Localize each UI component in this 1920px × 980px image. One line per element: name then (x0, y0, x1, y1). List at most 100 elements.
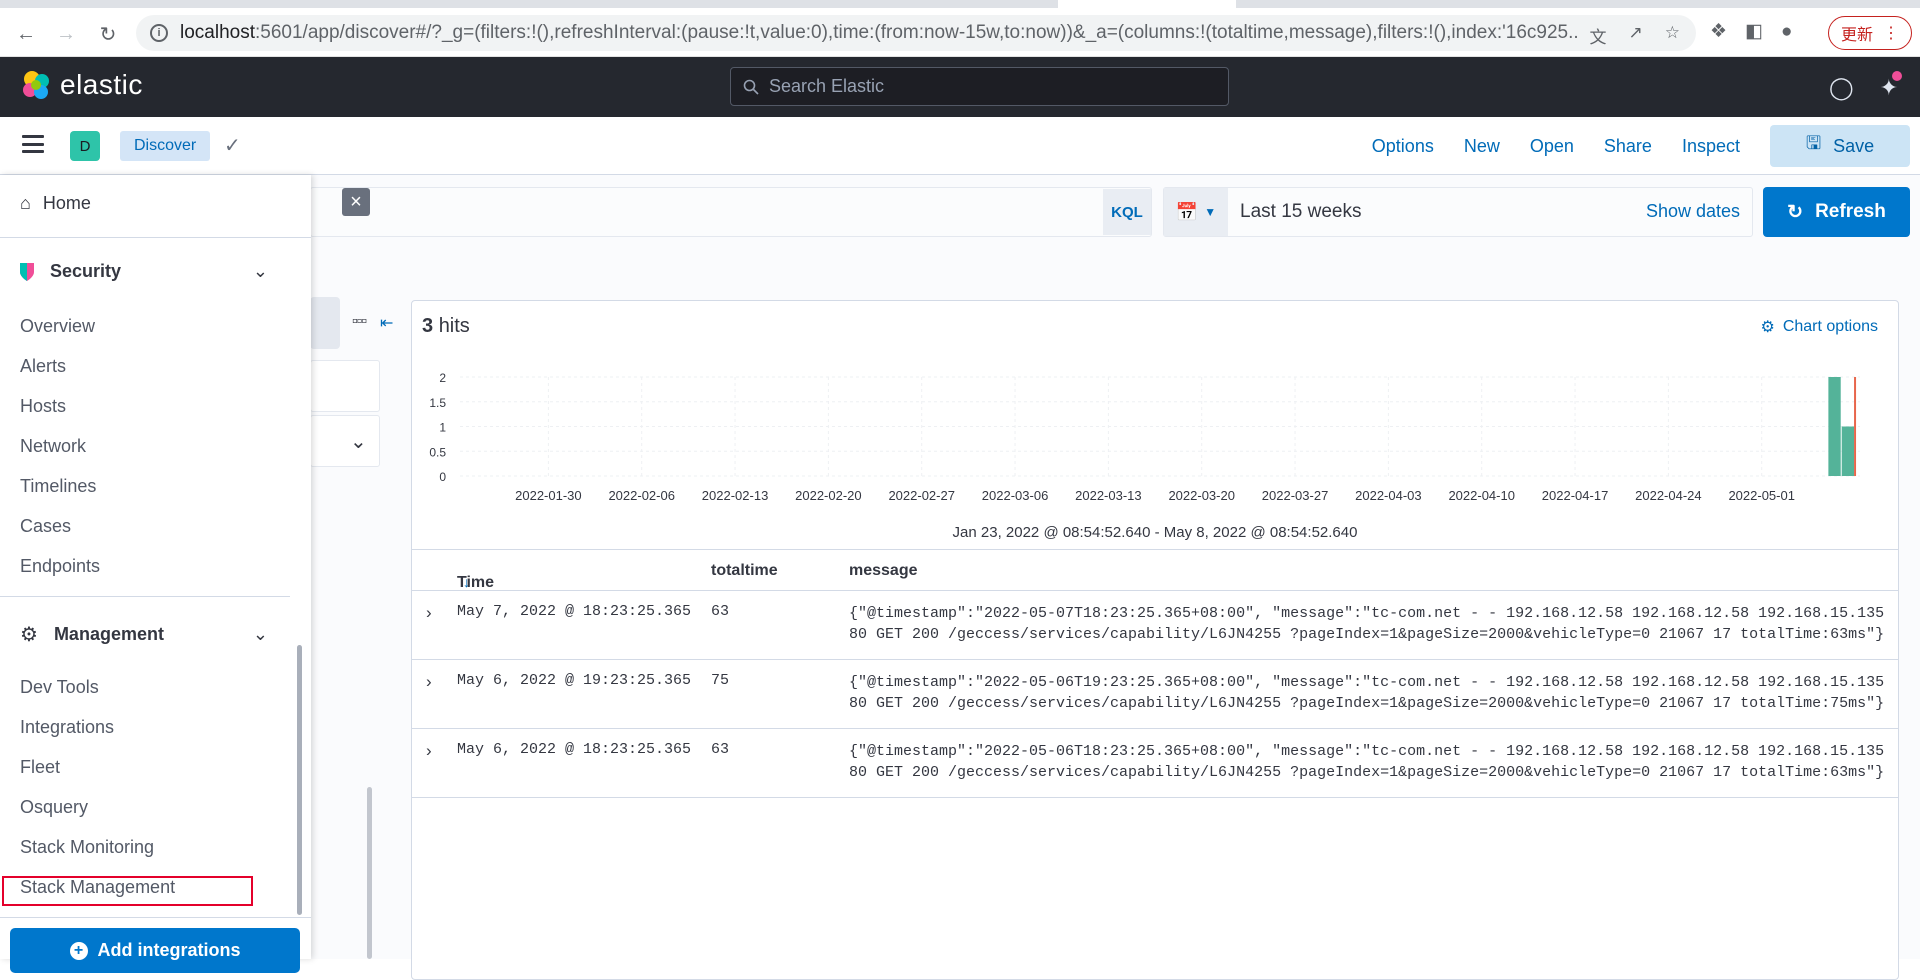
share-link[interactable]: Share (1604, 136, 1652, 157)
sort-down-icon[interactable]: ↓ (463, 574, 470, 590)
address-bar[interactable]: i localhost:5601/app/discover#/?_g=(filt… (136, 15, 1696, 51)
x-tick-label: 2022-03-27 (1262, 488, 1329, 503)
nav-item-endpoints[interactable]: Endpoints (20, 556, 100, 577)
search-icon (743, 79, 759, 95)
extensions-puzzle-icon[interactable]: ❖ (1710, 20, 1727, 43)
chevron-down-icon[interactable]: ⌄ (350, 429, 367, 454)
options-link[interactable]: Options (1372, 136, 1434, 157)
browser-update-button[interactable]: 更新 ⋮ (1828, 16, 1912, 50)
nav-item-dev-tools[interactable]: Dev Tools (20, 677, 99, 698)
new-link[interactable]: New (1464, 136, 1500, 157)
hits-histogram[interactable]: 0 0.5 1 1.5 2 2022-01-30 2022-02-06 2022-02-13 2… (412, 361, 1899, 521)
translate-icon[interactable]: 文 (1590, 23, 1607, 48)
check-icon: ✓ (224, 135, 241, 157)
x-tick-label: 2022-02-20 (795, 488, 862, 503)
calendar-icon[interactable]: 📅 ▼ (1164, 188, 1228, 236)
back-icon[interactable]: ← (12, 20, 40, 48)
nav-scrollbar[interactable] (297, 645, 302, 915)
expand-row-icon[interactable]: › (426, 672, 432, 692)
nav-item-osquery[interactable]: Osquery (20, 797, 88, 818)
table-header: Time ↓ totaltime message (412, 549, 1898, 591)
save-button[interactable]: 🖫 Save (1770, 125, 1910, 167)
nav-item-integrations[interactable]: Integrations (20, 717, 114, 738)
close-icon[interactable]: × (342, 188, 370, 216)
x-tick-label: 2022-02-27 (888, 488, 955, 503)
share-page-icon[interactable]: ↗ (1629, 23, 1643, 48)
x-tick-label: 2022-04-10 (1448, 488, 1515, 503)
gear-icon: ⚙ (1760, 319, 1775, 336)
field-filter-select[interactable] (310, 415, 380, 467)
refresh-icon: ↻ (1787, 201, 1804, 223)
hits-count: 3 hits (422, 315, 470, 337)
x-tick-label: 2022-02-06 (608, 488, 675, 503)
collapse-sidebar-icon[interactable]: ⇤ (380, 313, 393, 333)
nav-item-timelines[interactable]: Timelines (20, 476, 96, 497)
expand-row-icon[interactable]: › (426, 603, 432, 623)
elastic-logo[interactable]: elastic (20, 69, 143, 101)
refresh-button[interactable]: ↻ Refresh (1763, 187, 1910, 237)
chevron-down-icon[interactable]: ⌄ (253, 624, 268, 645)
divider (0, 596, 290, 597)
forward-icon[interactable]: → (52, 20, 80, 48)
profile-avatar-icon[interactable]: ● (1781, 21, 1792, 43)
expand-row-icon[interactable]: › (426, 741, 432, 761)
nav-group-management[interactable]: ⚙ Management ⌄ (20, 622, 268, 647)
y-tick-label: 2 (439, 371, 446, 385)
show-dates-link[interactable]: Show dates (1646, 201, 1740, 222)
column-message[interactable]: message (849, 562, 918, 580)
nav-item-network[interactable]: Network (20, 436, 86, 457)
elastic-header: elastic ◯ ✦ (0, 57, 1920, 117)
global-search-input[interactable] (769, 76, 1209, 97)
more-options-icon[interactable]: ▫▫▫ (352, 313, 367, 333)
newsfeed-icon[interactable]: ✦ (1880, 71, 1902, 101)
reload-icon[interactable]: ↻ (94, 20, 122, 48)
x-tick-label: 2022-03-20 (1168, 488, 1235, 503)
kql-toggle[interactable]: KQL (1103, 189, 1151, 235)
sidebar-scrollbar[interactable] (367, 787, 372, 959)
side-panel-icon[interactable]: ◧ (1745, 20, 1763, 43)
chevron-down-icon[interactable]: ⌄ (253, 261, 268, 282)
chart-options-button[interactable]: ⚙ Chart options (1760, 317, 1878, 337)
url-text: localhost:5601/app/discover#/?_g=(filter… (180, 22, 1580, 43)
index-pattern-selector[interactable] (310, 297, 340, 349)
nav-item-alerts[interactable]: Alerts (20, 356, 66, 377)
tab-strip (0, 0, 1920, 8)
nav-item-stack-monitoring[interactable]: Stack Monitoring (20, 837, 154, 858)
open-link[interactable]: Open (1530, 136, 1574, 157)
field-search-input[interactable] (310, 360, 380, 412)
nav-item-fleet[interactable]: Fleet (20, 757, 60, 778)
date-picker[interactable]: 📅 ▼ Last 15 weeks Show dates (1163, 187, 1753, 237)
kebab-menu-icon[interactable]: ⋮ (1883, 23, 1899, 43)
nav-item-cases[interactable]: Cases (20, 516, 71, 537)
nav-item-hosts[interactable]: Hosts (20, 396, 66, 417)
space-avatar[interactable]: D (70, 131, 100, 161)
top-nav-menu: Options New Open Share Inspect 🖫 Save (1372, 117, 1920, 175)
nav-group-security[interactable]: Security ⌄ (20, 261, 268, 282)
security-logo-icon (20, 262, 34, 281)
breadcrumb-discover[interactable]: Discover (120, 131, 211, 161)
side-nav-flyout: ⌂ Home Security ⌄ Overview Alerts Hosts … (0, 175, 311, 973)
inspect-link[interactable]: Inspect (1682, 136, 1740, 157)
divider (0, 237, 311, 238)
menu-toggle-icon[interactable] (22, 135, 44, 153)
help-icon[interactable]: ◯ (1829, 75, 1854, 101)
x-tick-label: 2022-03-06 (982, 488, 1049, 503)
date-range-label[interactable]: Last 15 weeks (1240, 201, 1361, 223)
nav-item-overview[interactable]: Overview (20, 316, 95, 337)
x-tick-label: 2022-03-13 (1075, 488, 1142, 503)
query-input[interactable] (310, 187, 1152, 237)
bookmark-star-icon[interactable]: ☆ (1665, 23, 1680, 48)
chart-time-range: Jan 23, 2022 @ 08:54:52.640 - May 8, 202… (952, 524, 1358, 541)
divider (0, 917, 311, 918)
gear-icon: ⚙ (20, 624, 38, 646)
column-totaltime[interactable]: totaltime (711, 562, 778, 580)
add-integrations-button[interactable]: + Add integrations (10, 928, 300, 973)
plus-icon: + (69, 941, 88, 960)
global-search[interactable] (730, 67, 1229, 106)
site-info-icon[interactable]: i (150, 24, 168, 42)
x-tick-label: 2022-04-03 (1355, 488, 1422, 503)
x-tick-label: 2022-01-30 (515, 488, 582, 503)
y-tick-label: 1.5 (429, 396, 446, 410)
nav-home[interactable]: ⌂ Home (20, 193, 91, 214)
active-tab[interactable] (1058, 0, 1236, 8)
